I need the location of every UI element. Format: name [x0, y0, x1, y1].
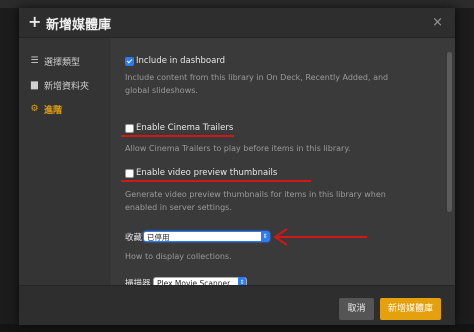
dialog-title: 新增媒體庫: [46, 18, 112, 33]
scrollbar-thumb[interactable]: [447, 52, 452, 212]
annotation-arrow: [273, 228, 367, 246]
backdrop-top: [0, 0, 474, 8]
advanced-settings-panel: Include in dashboard Include content fro…: [111, 38, 445, 289]
sidebar-item-add-folder[interactable]: ▆ 新增資料夾: [29, 78, 89, 92]
sidebar-item-select-type[interactable]: ☰ 選擇類型: [29, 54, 80, 68]
list-icon: ☰: [30, 56, 39, 66]
dialog-sidebar: ☰ 選擇類型 ▆ 新增資料夾 ⚙ 進階: [19, 38, 111, 285]
plus-icon: +: [28, 12, 42, 31]
cancel-button[interactable]: 取消: [339, 298, 374, 320]
add-library-button[interactable]: 新增媒體庫: [380, 298, 441, 320]
sidebar-item-label: 進階: [44, 105, 63, 116]
sidebar-item-label: 選擇類型: [44, 57, 81, 68]
dialog-header: + 新增媒體庫 ×: [19, 8, 455, 38]
folder-icon: ▆: [31, 80, 38, 90]
sidebar-item-label: 新增資料夾: [44, 81, 90, 92]
backdrop-bottom: [0, 324, 474, 332]
close-icon[interactable]: ×: [432, 15, 443, 30]
add-library-dialog: + 新增媒體庫 × ☰ 選擇類型 ▆ 新增資料夾 ⚙ 進階 Include in…: [19, 8, 455, 325]
dialog-footer: 取消 新增媒體庫: [19, 285, 455, 325]
gear-icon: ⚙: [30, 104, 39, 114]
sidebar-item-advanced[interactable]: ⚙ 進階: [29, 102, 62, 116]
